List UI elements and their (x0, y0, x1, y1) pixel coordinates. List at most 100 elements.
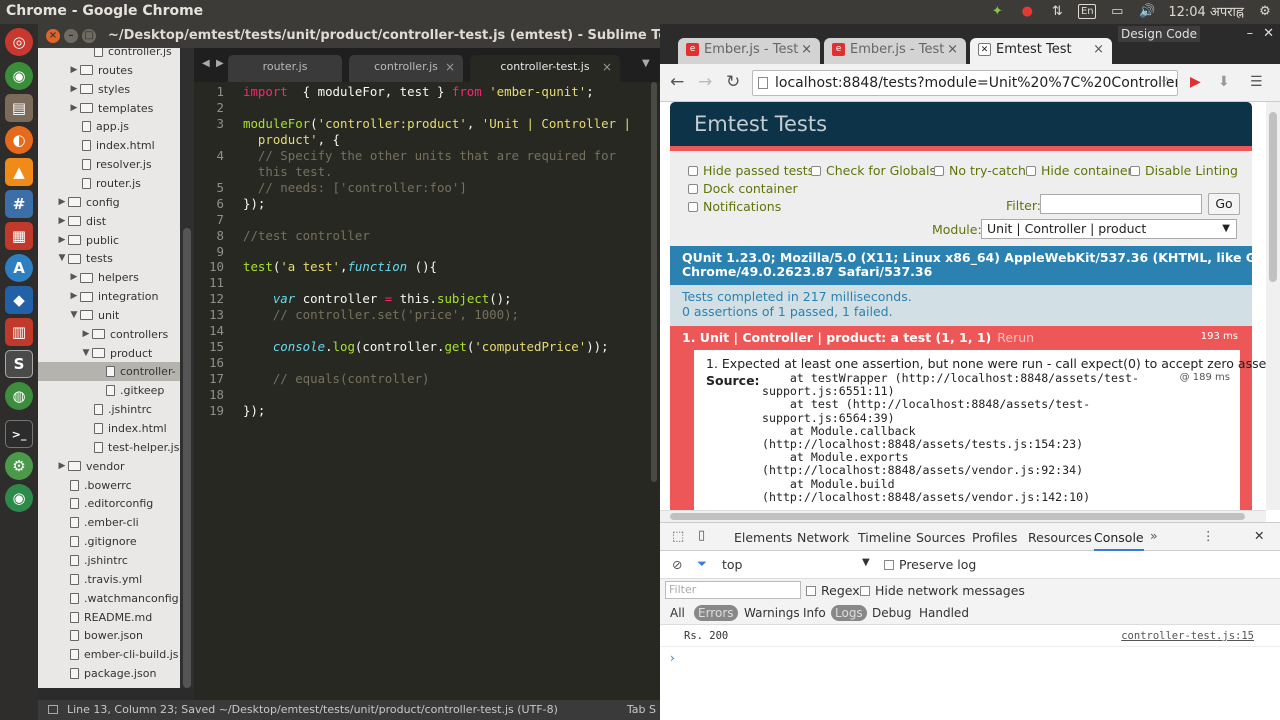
status-panel-icon[interactable] (48, 705, 58, 714)
console-source-link[interactable]: controller-test.js:15 (1121, 630, 1254, 642)
sidebar-tree-item[interactable]: test-helper.js (38, 438, 180, 457)
sidebar-tree-item[interactable]: .travis.yml (38, 570, 180, 589)
close-tab-icon[interactable]: × (1093, 38, 1104, 62)
sidebar-tree-item[interactable]: .watchmanconfig (38, 589, 180, 608)
filter-funnel-icon[interactable]: ⏷ (697, 556, 707, 572)
globe-app-icon[interactable]: ◍ (5, 382, 33, 410)
chrome-tab-ember-1[interactable]: e Ember.js - Test × (678, 38, 820, 64)
context-selector[interactable]: top (722, 557, 742, 572)
level-errors[interactable]: Errors (694, 605, 738, 621)
sidebar-tree-item[interactable]: .bowerrc (38, 476, 180, 495)
expand-arrow-icon[interactable]: ▶ (68, 287, 80, 306)
page-info-icon[interactable] (758, 77, 768, 89)
terminal-icon[interactable]: >_ (5, 420, 33, 448)
context-dropdown-icon[interactable]: ▼ (862, 557, 870, 568)
sidebar-tree-item[interactable]: .jshintrc (38, 551, 180, 570)
level-handled[interactable]: Handled (915, 605, 973, 621)
opt-notifications[interactable]: Notifications (688, 199, 781, 214)
level-logs[interactable]: Logs (831, 605, 867, 621)
level-info[interactable]: Info (799, 605, 830, 621)
clock[interactable]: 12:04 अपराह्न (1168, 2, 1244, 20)
sidebar-tree-item[interactable]: ▼ unit (38, 306, 180, 325)
code-line[interactable]: // Specify the other units that are requ… (243, 148, 616, 163)
regex-checkbox[interactable]: Regex (806, 583, 860, 598)
close-tab-icon[interactable]: × (602, 55, 612, 79)
console-filter-input[interactable]: Filter (665, 581, 801, 599)
hash-app-icon[interactable]: # (5, 190, 33, 218)
record-icon[interactable]: ● (1018, 2, 1036, 20)
chrome-tab-emtest[interactable]: ✕ Emtest Test × (970, 38, 1112, 64)
youtube-extension-icon[interactable]: ▶ (1190, 74, 1201, 90)
level-debug[interactable]: Debug (868, 605, 915, 621)
sidebar-tree-item[interactable]: ▼ tests (38, 249, 180, 268)
tab-controller-js[interactable]: controller.js × (349, 55, 463, 82)
page-horizontal-scrollbar[interactable] (660, 510, 1266, 522)
opt-no-try-catch[interactable]: No try-catch (934, 163, 1026, 178)
code-line[interactable]: console.log(controller.get('computedPric… (243, 339, 609, 354)
code-line[interactable]: // controller.set('price', 1000); (243, 307, 519, 322)
hide-network-checkbox[interactable]: Hide network messages (860, 583, 1025, 598)
level-warnings[interactable]: Warnings (740, 605, 804, 621)
battery-icon[interactable]: ▭ (1108, 2, 1126, 20)
opt-hide-container[interactable]: Hide container (1026, 163, 1133, 178)
console-prompt-icon[interactable]: › (670, 651, 675, 665)
sidebar-tree-item[interactable]: ▶ styles (38, 80, 180, 99)
sidebar-tree-item[interactable]: .gitignore (38, 532, 180, 551)
software-center-icon[interactable]: A (5, 254, 33, 282)
checkbox[interactable] (688, 165, 698, 176)
sidebar-tree-item[interactable]: ▶ controllers (38, 325, 180, 344)
sidebar-tree-item[interactable]: controller.js (38, 48, 180, 61)
code-line[interactable]: test('a test',function (){ (243, 259, 437, 274)
code-line[interactable]: var controller = this.subject(); (243, 291, 512, 306)
close-icon[interactable]: ✕ (1263, 26, 1274, 41)
module-select[interactable]: Unit | Controller | product ▼ (981, 219, 1237, 239)
chrome-icon[interactable]: ◉ (5, 62, 33, 90)
firefox-icon[interactable]: ◐ (5, 126, 33, 154)
code-line[interactable]: //test controller (243, 228, 370, 243)
browser-app-icon[interactable]: ◉ (5, 484, 33, 512)
sidebar-tree-item[interactable]: ▶ routes (38, 61, 180, 80)
sidebar-tree-item[interactable]: index.html (38, 136, 180, 155)
checkbox[interactable] (884, 559, 894, 570)
sidebar-tree-item[interactable]: ▶ dist (38, 212, 180, 231)
code-line[interactable]: import { moduleFor, test } from 'ember-q… (243, 84, 594, 99)
devtools-tab-elements[interactable]: Elements (734, 530, 792, 545)
code-line[interactable]: product', { (243, 132, 340, 147)
back-icon[interactable]: ← (670, 72, 684, 92)
page-vertical-scrollbar[interactable] (1266, 102, 1280, 510)
tab-scroll-right-icon[interactable]: ▶ (216, 58, 224, 69)
checkbox[interactable] (1130, 165, 1140, 176)
close-window-button[interactable]: × (46, 29, 60, 43)
sidebar-tree-item[interactable]: README.md (38, 608, 180, 627)
grid-app-icon[interactable]: ▦ (5, 222, 33, 250)
failed-test-heading[interactable]: 1. Unit | Controller | product: a test (… (682, 330, 1034, 345)
devtools-tab-resources[interactable]: Resources (1028, 530, 1092, 545)
code-line[interactable]: this test. (243, 164, 333, 179)
expand-arrow-icon[interactable]: ▶ (56, 457, 68, 476)
expand-arrow-icon[interactable]: ▶ (68, 80, 80, 99)
network-icon[interactable]: ⇅ (1048, 2, 1066, 20)
bookmark-star-icon[interactable]: ☆ (1160, 71, 1173, 95)
opt-disable-linting[interactable]: Disable Linting (1130, 163, 1238, 178)
collapse-arrow-icon[interactable]: ▼ (68, 306, 80, 325)
expand-arrow-icon[interactable]: ▶ (56, 212, 68, 231)
code-line[interactable]: // equals(controller) (243, 371, 430, 386)
failed-test-name[interactable]: 1. Unit | Controller | product: a test (… (682, 330, 991, 345)
tweak-tool-icon[interactable]: ✦ (988, 2, 1006, 20)
sidebar-tree-item[interactable]: ▶ integration (38, 287, 180, 306)
checkbox[interactable] (860, 585, 870, 596)
chrome-menu-icon[interactable]: ☰ (1250, 74, 1263, 90)
code-line[interactable]: }); (243, 196, 265, 211)
expand-arrow-icon[interactable]: ▶ (68, 99, 80, 118)
address-bar[interactable]: localhost:8848/tests?module=Unit%20%7C%2… (752, 70, 1178, 96)
go-button[interactable]: Go (1208, 193, 1240, 215)
devtools-tab-profiles[interactable]: Profiles (972, 530, 1017, 545)
preserve-log-checkbox[interactable]: Preserve log (884, 557, 976, 572)
virtualbox-icon[interactable]: ◆ (5, 286, 33, 314)
minimize-window-button[interactable]: – (64, 29, 78, 43)
checkbox[interactable] (806, 585, 816, 596)
close-devtools-icon[interactable]: ✕ (1254, 528, 1264, 543)
close-tab-icon[interactable]: × (801, 38, 812, 62)
device-mode-icon[interactable]: ▯ (698, 528, 705, 543)
sidebar-tree-item[interactable]: .ember-cli (38, 513, 180, 532)
